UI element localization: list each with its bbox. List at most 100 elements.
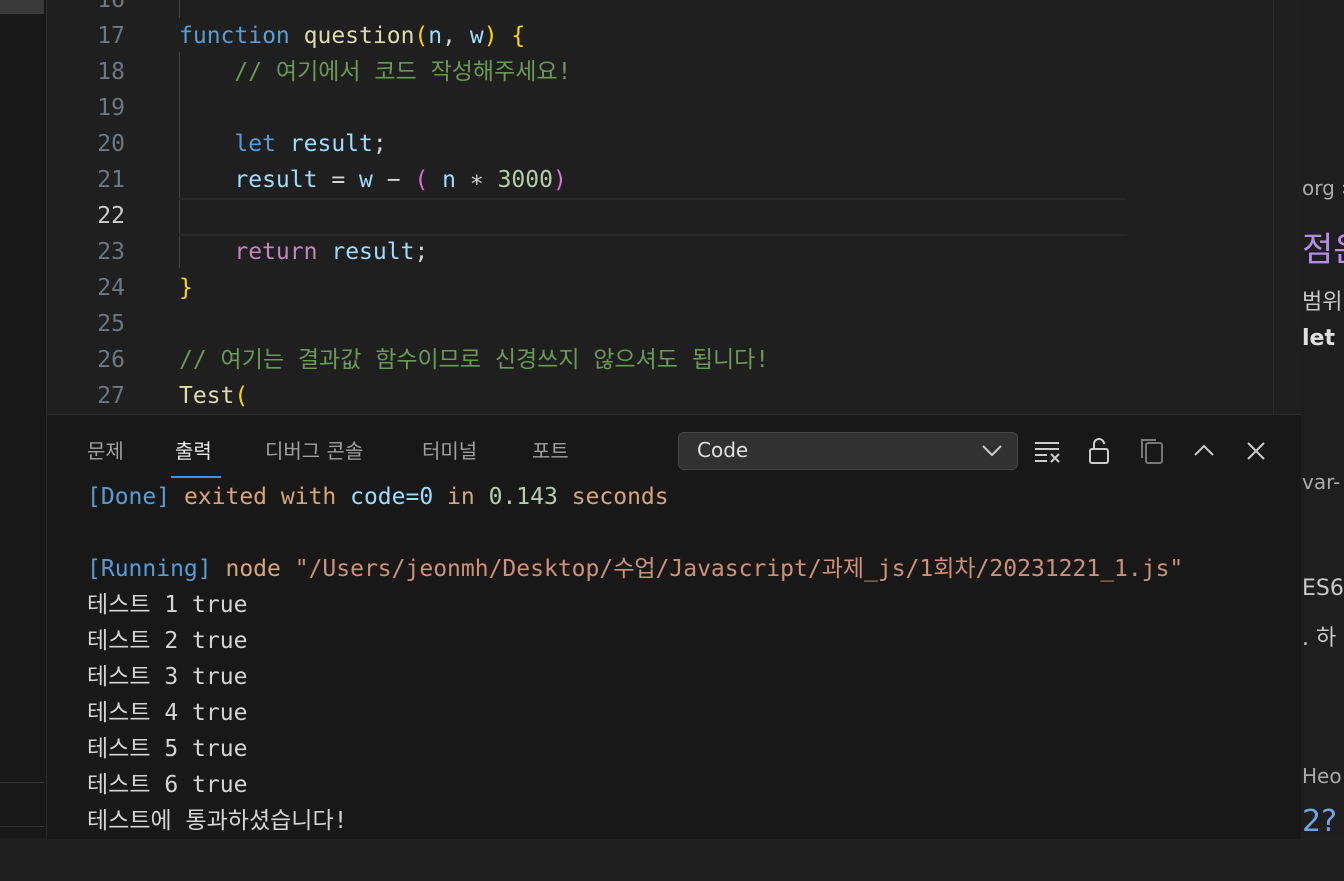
close-icon[interactable] [1241,436,1271,466]
log-test-result: 테스트 2 true [87,628,248,654]
code-line[interactable]: 26 // 여기는 결과값 함수이므로 신경쓰지 않으셔도 됩니다! [47,342,1273,378]
log-line-done: [Done] exited with code=0 in 0.143 secon… [87,479,669,515]
page-text-fragment: org › [1302,176,1344,200]
output-channel-select[interactable]: Code [678,432,1018,470]
code-token: n [428,23,443,49]
log-test-result: 테스트 4 true [87,700,248,726]
code-token: ; [372,131,387,157]
line-number: 23 [97,239,125,265]
sidebar-scroll-mark [0,0,44,14]
code-token: // 여기는 결과값 함수이므로 신경쓰지 않으셔도 됩니다! [179,347,770,373]
code-line[interactable]: 27 Test( [47,378,1273,414]
tab-debug-console[interactable]: 디버그 콘솔 [265,437,363,465]
page-text-fragment: var- [1302,470,1341,494]
page-text-fragment: 점은 [1302,230,1344,270]
line-number: 16 [97,0,125,13]
code-text: result = w − ( n ∗ 3000) [179,162,567,198]
code-text: Test( [179,378,248,414]
active-tab-indicator [171,476,221,478]
code-token: // 여기에서 코드 작성해주세요! [179,59,572,85]
log-text: in [433,484,489,510]
code-line[interactable]: 16 [47,0,1273,18]
chevron-down-icon [982,445,1002,457]
maximize-panel-icon[interactable] [1189,436,1219,466]
log-tag-done: [Done] [87,484,171,510]
page-text-fragment: 2? [1302,804,1338,838]
page-text-fragment: 범위 [1302,290,1343,315]
line-number: 19 [97,95,125,121]
code-token: let [234,131,276,157]
code-editor[interactable]: 16 17 function question(n, w) {18 // 여기에서 … [47,0,1273,414]
code-token: , [442,23,470,49]
code-line[interactable]: 21 result = w − ( n ∗ 3000) [47,162,1273,198]
code-token: result [289,131,373,157]
code-line[interactable]: 23 return result; [47,234,1273,270]
code-token: w [359,167,373,193]
code-token: − [372,167,415,193]
code-line[interactable]: 25 [47,306,1273,342]
code-text: } [179,270,193,306]
page-text-fragment: let [1302,326,1335,351]
clear-output-icon[interactable] [1033,436,1063,466]
sidebar-divider [0,782,44,783]
log-text: seconds [557,484,669,510]
background-web-page: org › 점은범위 let var- ES6 . 하 Heo 2? [1302,0,1344,838]
code-token: ) [552,167,567,193]
panel-tab-bar: 문제 출력 디버그 콘솔 터미널 포트 Code [47,415,1301,485]
lock-icon[interactable] [1085,436,1115,466]
output-panel: 문제 출력 디버그 콘솔 터미널 포트 Code [Done] exited w… [47,414,1301,839]
code-token: return [234,239,318,265]
log-command: node [211,556,295,582]
code-token: ( [234,383,249,409]
code-line[interactable]: 18 // 여기에서 코드 작성해주세요! [47,54,1273,90]
line-number: 18 [97,59,125,85]
code-token: ( [414,23,429,49]
copy-icon[interactable] [1137,436,1167,466]
log-final-message: 테스트에 통과하셨습니다! [87,808,348,834]
tab-output[interactable]: 출력 [175,437,212,465]
code-line[interactable]: 17 function question(n, w) { [47,18,1273,54]
line-number: 27 [97,383,125,409]
page-text-fragment: . 하 [1302,626,1337,651]
page-text-fragment: ES6 [1302,576,1344,601]
code-token: ; [414,239,429,265]
output-log[interactable]: [Done] exited with code=0 in 0.143 secon… [87,484,1287,881]
log-test-result: 테스트 6 true [87,772,248,798]
code-line[interactable]: 19 [47,90,1273,126]
log-line-running: [Running] node "/Users/jeonmh/Desktop/수업… [87,551,1183,587]
code-token: ) [483,23,498,49]
code-text: let result; [179,126,387,162]
tab-ports[interactable]: 포트 [532,437,569,465]
output-channel-value: Code [697,438,749,462]
code-token: question [303,23,415,49]
tab-terminal[interactable]: 터미널 [422,437,477,465]
log-exit-code: code=0 [350,484,434,510]
code-text: // 여기는 결과값 함수이므로 신경쓰지 않으셔도 됩니다! [179,342,769,378]
sidebar-divider [0,826,44,827]
code-text: return result; [179,234,428,270]
log-text: exited with [170,484,351,510]
line-number: 24 [97,275,125,301]
code-token: n [442,167,457,193]
code-token: w [469,23,484,49]
log-test-result: 테스트 3 true [87,664,248,690]
line-number: 17 [97,23,125,49]
code-text: // 여기에서 코드 작성해주세요! [179,54,571,90]
line-number: 21 [97,167,125,193]
page-text-fragment: Heo [1302,764,1342,788]
code-line[interactable]: 20 let result; [47,126,1273,162]
log-duration: 0.143 [488,484,558,510]
code-token: 3000 [497,167,553,193]
log-test-result: 테스트 1 true [87,592,248,618]
line-number: 25 [97,311,125,337]
tab-problems[interactable]: 문제 [87,437,124,465]
code-line[interactable]: 22 [47,198,1273,234]
code-line[interactable]: 24} [47,270,1273,306]
line-number: 22 [97,203,125,229]
code-token: { [511,23,526,49]
